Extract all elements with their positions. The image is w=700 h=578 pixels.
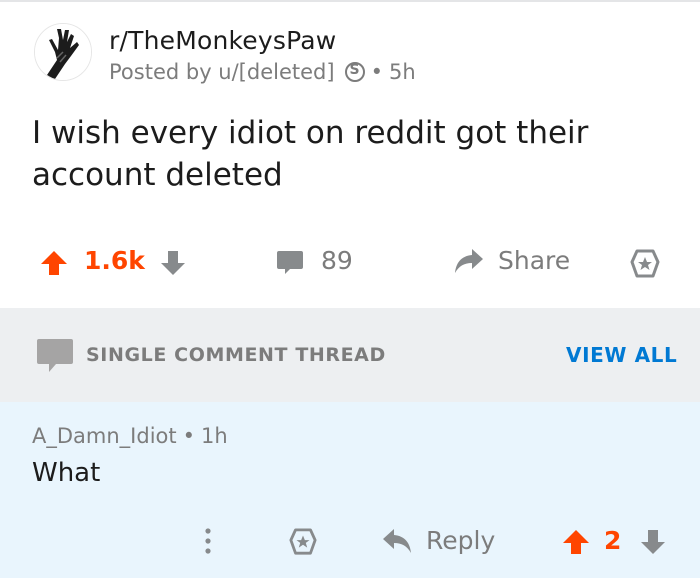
posted-by[interactable]: Posted by u/[deleted] [109, 60, 335, 84]
view-all-link[interactable]: VIEW ALL [566, 343, 677, 367]
reply-arrow-icon [383, 528, 411, 553]
badge-glyph: S [349, 62, 360, 78]
subreddit-name[interactable]: r/TheMonkeysPaw [109, 26, 336, 55]
speech-bubble-icon [277, 251, 303, 274]
post-card: r/TheMonkeysPaw Posted by u/[deleted] S … [0, 2, 700, 308]
post-actions: 1.6k 89 Share [0, 234, 700, 290]
post-title[interactable]: I wish every idiot on reddit got their a… [32, 112, 652, 196]
post-meta: Posted by u/[deleted] S • 5h [109, 60, 416, 84]
comment-award-button[interactable] [288, 528, 318, 560]
comment-downvote-button[interactable] [640, 528, 666, 560]
meta-separator: • [370, 60, 383, 84]
thread-header: SINGLE COMMENT THREAD VIEW ALL [0, 308, 700, 402]
comment-upvote-button[interactable] [562, 528, 590, 560]
monkey-paw-icon [35, 24, 91, 80]
comment-body: What [32, 458, 101, 488]
upvote-button[interactable] [40, 249, 68, 277]
arrow-up-icon [41, 251, 67, 275]
reply-button[interactable]: Reply [382, 526, 495, 555]
comment-meta: A_Damn_Idiot • 1h [32, 424, 228, 448]
more-options-button[interactable] [200, 526, 216, 560]
comments-button[interactable] [276, 248, 304, 276]
award-star-icon [630, 249, 660, 278]
post-score: 1.6k [84, 246, 145, 275]
share-button[interactable]: Share [454, 246, 570, 275]
vertical-dots-icon [205, 528, 211, 554]
award-button[interactable] [630, 249, 660, 279]
comment-age: 1h [201, 424, 228, 448]
thread-label: SINGLE COMMENT THREAD [86, 344, 386, 366]
reply-label: Reply [426, 526, 496, 555]
downvote-button[interactable] [160, 249, 186, 277]
share-label: Share [498, 246, 571, 275]
share-arrow-icon [455, 248, 483, 273]
arrow-down-icon [641, 530, 665, 554]
comment-score: 2 [604, 526, 622, 555]
user-badge-icon: S [344, 62, 365, 82]
arrow-up-icon [563, 530, 589, 554]
comment-meta-separator: • [182, 424, 196, 448]
comment-count[interactable]: 89 [321, 246, 353, 275]
comment-card: A_Damn_Idiot • 1h What Reply 2 [0, 402, 700, 578]
subreddit-avatar[interactable] [34, 23, 92, 81]
thread-comment-icon [36, 338, 74, 378]
post-age: 5h [388, 60, 416, 84]
arrow-down-icon [161, 251, 185, 275]
award-star-icon [289, 528, 317, 555]
comment-author[interactable]: A_Damn_Idiot [32, 424, 177, 448]
